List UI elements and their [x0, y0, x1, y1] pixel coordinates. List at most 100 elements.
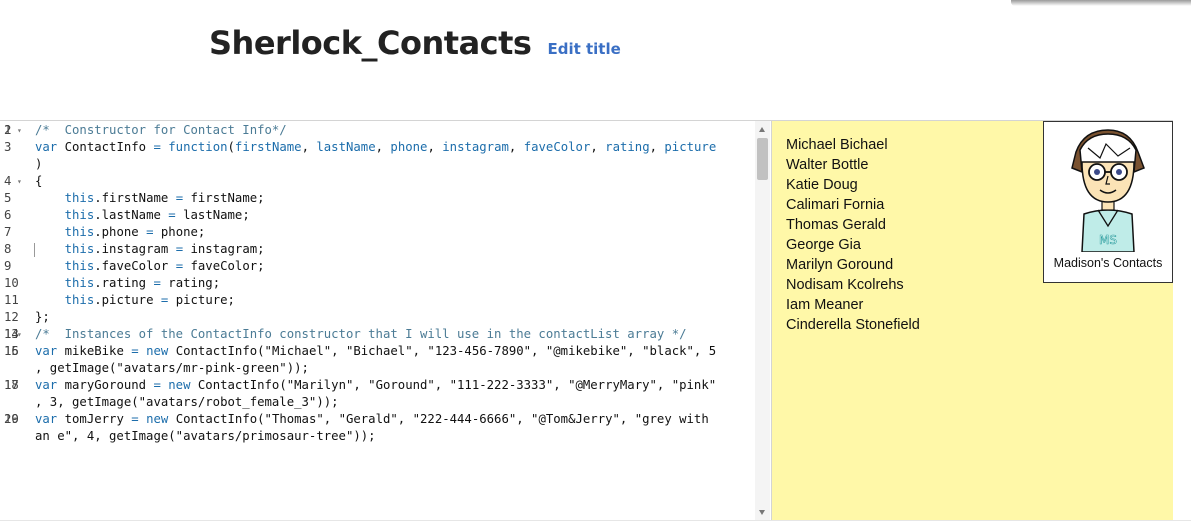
code-token: = [175, 259, 184, 273]
code-text[interactable]: var mikeBike = new ContactInfo("Michael"… [32, 343, 716, 360]
line-number: 3 [4, 140, 12, 154]
code-text[interactable]: var tomJerry = new ContactInfo("Thomas",… [32, 411, 709, 428]
code-text[interactable]: var maryGoround = new ContactInfo("Maril… [32, 377, 716, 394]
code-line[interactable]: 4 ▾{ [0, 173, 755, 190]
line-gutter: 20 [0, 411, 32, 428]
code-text[interactable]: this.picture = picture; [32, 292, 235, 309]
contact-name: Thomas Gerald [786, 217, 886, 233]
code-line[interactable]: 8 this.instagram = instagram; [0, 241, 755, 258]
code-line[interactable]: 12}; [0, 309, 755, 326]
code-text[interactable]: an e", 4, getImage("avatars/primosaur-tr… [32, 428, 376, 445]
code-token: , [375, 140, 391, 154]
fold-arrow-icon[interactable]: ▾ [17, 326, 22, 343]
code-editor[interactable]: 1 2 ▾ /* Constructor for Contact Info*/ 3 var… [0, 120, 772, 521]
code-text[interactable]: }; [32, 309, 50, 326]
code-text[interactable]: /* Constructor for Contact Info*/ [32, 122, 287, 139]
program-output-canvas[interactable]: Michael Bichael Walter Bottle Katie Doug Ca… [772, 120, 1173, 521]
code-line[interactable]: 5 this.firstName = firstName; [0, 190, 755, 207]
code-text[interactable]: { [32, 173, 42, 190]
line-gutter: 6 [0, 207, 32, 224]
code-text[interactable]: this.faveColor = faveColor; [32, 258, 265, 275]
code-text[interactable]: this.lastName = lastName; [32, 207, 250, 224]
line-gutter: 16 [0, 343, 32, 360]
code-token: = [131, 412, 139, 426]
code-text[interactable]: var ContactInfo = function(firstName, la… [32, 139, 716, 156]
code-token: mikeBike [57, 344, 132, 358]
code-token: function [168, 140, 228, 154]
line-gutter: 10 [0, 275, 32, 292]
line-number: 10 [4, 276, 19, 290]
line-number: 7 [4, 225, 12, 239]
line-number: 4 [4, 174, 12, 188]
code-token: = [168, 208, 176, 222]
code-line[interactable]: an e", 4, getImage("avatars/primosaur-tr… [0, 428, 755, 445]
line-number: 6 [4, 208, 12, 222]
code-token: ContactInfo("Thomas", "Gerald", "222-444… [168, 412, 709, 426]
code-token: , getImage("avatars/mr-pink-green")); [35, 361, 309, 375]
code-token: this [64, 191, 95, 205]
code-text[interactable]: /* Instances of the ContactInfo construc… [32, 326, 687, 343]
code-token: .phone [94, 225, 147, 239]
code-token: .firstName [94, 191, 176, 205]
fold-arrow-icon[interactable]: ▾ [17, 173, 22, 190]
line-gutter [0, 360, 32, 377]
contact-name: Nodisam Kcolrehs [786, 277, 904, 293]
code-text[interactable]: this.rating = rating; [32, 275, 221, 292]
editor-scrollbar[interactable] [755, 121, 770, 521]
code-token: ContactInfo("Marilyn", "Goround", "111-2… [190, 378, 717, 392]
contact-name: Marilyn Goround [786, 257, 894, 273]
code-line[interactable]: 3 var ContactInfo = function(firstName, l… [0, 139, 755, 156]
code-text[interactable]: , getImage("avatars/mr-pink-green")); [32, 360, 309, 377]
scroll-thumb[interactable] [757, 138, 768, 180]
page-title: Sherlock_Contacts [209, 24, 532, 62]
code-token: phone; [153, 225, 206, 239]
code-token: this [64, 225, 95, 239]
scroll-up-icon[interactable] [759, 127, 765, 132]
scroll-down-icon[interactable] [759, 510, 765, 515]
code-token: var [35, 344, 58, 358]
header: Sherlock_Contacts Edit title [209, 24, 621, 62]
code-text[interactable]: this.firstName = firstName; [32, 190, 265, 207]
code-line[interactable]: 2 ▾/* Constructor for Contact Info*/ [0, 122, 755, 139]
code-line[interactable]: 16 var mikeBike = new ContactInfo("Michae… [0, 343, 755, 360]
line-gutter: 8 [0, 241, 32, 258]
fold-arrow-icon[interactable]: ▾ [17, 122, 22, 139]
code-token: = [153, 378, 161, 392]
code-token: tomJerry [57, 412, 132, 426]
code-line[interactable]: 9 this.faveColor = faveColor; [0, 258, 755, 275]
code-token: .instagram [94, 242, 176, 256]
code-line[interactable]: 14 ▾/* Instances of the ContactInfo const… [0, 326, 755, 343]
code-text[interactable]: this.phone = phone; [32, 224, 206, 241]
bottom-bar [0, 520, 1191, 531]
code-line[interactable]: 6 this.lastName = lastName; [0, 207, 755, 224]
code-line[interactable]: 11 this.picture = picture; [0, 292, 755, 309]
code-token: picture [664, 140, 717, 154]
code-lines[interactable]: 1 2 ▾ /* Constructor for Contact Info*/ 3 var… [0, 122, 755, 445]
code-token: .faveColor [94, 259, 176, 273]
line-gutter: 4 ▾ [0, 173, 32, 190]
code-line[interactable]: 7 this.phone = phone; [0, 224, 755, 241]
code-token: var [35, 378, 58, 392]
line-gutter: 11 [0, 292, 32, 309]
code-line[interactable]: , 3, getImage("avatars/robot_female_3"))… [0, 394, 755, 411]
code-line[interactable]: ) [0, 156, 755, 173]
line-gutter: 12 [0, 309, 32, 326]
code-text[interactable]: ) [32, 156, 42, 173]
code-line[interactable]: , getImage("avatars/mr-pink-green")); [0, 360, 755, 377]
code-text[interactable]: , 3, getImage("avatars/robot_female_3"))… [32, 394, 339, 411]
code-text[interactable]: this.instagram = instagram; [32, 241, 265, 258]
code-token: this [64, 208, 95, 222]
edit-title-link[interactable]: Edit title [547, 40, 620, 58]
code-line[interactable]: 18 var maryGoround = new ContactInfo("Mar… [0, 377, 755, 394]
code-token: phone [390, 140, 428, 154]
code-line[interactable]: 20 var tomJerry = new ContactInfo("Thomas… [0, 411, 755, 428]
code-line[interactable]: 10 this.rating = rating; [0, 275, 755, 292]
